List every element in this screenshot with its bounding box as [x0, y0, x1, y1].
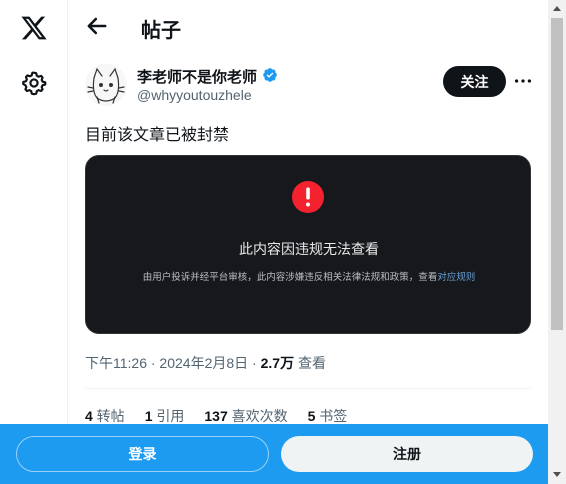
- post-detail-column: 帖子 李老师不是你老师 @whyyoutouzhele 关注 目前该文章已被封禁…: [69, 0, 548, 484]
- scroll-up-arrow-icon[interactable]: [553, 6, 561, 11]
- scroll-down-arrow-icon[interactable]: [553, 472, 561, 477]
- alert-circle-icon: [292, 181, 324, 213]
- login-button[interactable]: 登录: [16, 436, 269, 472]
- cat-sketch-icon: [87, 67, 125, 104]
- stat-reposts[interactable]: 4 转帖: [85, 406, 125, 426]
- author-name[interactable]: 李老师不是你老师: [137, 66, 257, 87]
- post-meta: 下午11:26 · 2024年2月8日 · 2.7万 查看: [85, 353, 326, 373]
- view-count: 2.7万: [260, 355, 295, 371]
- page-header: 帖子: [69, 0, 548, 52]
- gear-icon[interactable]: [21, 70, 47, 96]
- signup-button[interactable]: 注册: [281, 436, 533, 472]
- post-timestamp[interactable]: 下午11:26 · 2024年2月8日 ·: [85, 355, 261, 371]
- engagement-stats: 4 转帖 1 引用 137 喜欢次数 5 书签: [85, 406, 347, 426]
- view-label: 查看: [294, 355, 326, 371]
- page-scrollbar[interactable]: [548, 0, 566, 484]
- page-title: 帖子: [141, 20, 181, 42]
- login-prompt-bar: 登录 注册: [0, 424, 548, 484]
- blocked-title: 此内容因违规无法查看: [239, 241, 379, 257]
- stat-bookmarks[interactable]: 5 书签: [308, 406, 348, 426]
- avatar[interactable]: [85, 64, 127, 106]
- verified-badge-icon: [263, 68, 277, 82]
- blocked-content-card: 此内容因违规无法查看 由用户投诉并经平台审核，此内容涉嫌违反相关法律法规和政策，…: [85, 155, 531, 334]
- stat-likes[interactable]: 137 喜欢次数: [204, 406, 287, 426]
- author-handle[interactable]: @whyyoutouzhele: [137, 87, 252, 103]
- rules-link[interactable]: 对应规则: [437, 272, 475, 283]
- divider: [85, 388, 531, 389]
- left-nav-rail: [0, 0, 68, 484]
- more-horizontal-icon[interactable]: [512, 70, 534, 92]
- stat-quotes[interactable]: 1 引用: [145, 406, 185, 426]
- x-logo-icon[interactable]: [20, 14, 48, 42]
- follow-button[interactable]: 关注: [443, 66, 506, 97]
- post-text: 目前该文章已被封禁: [85, 127, 230, 144]
- arrow-left-icon[interactable]: [83, 12, 111, 40]
- blocked-description: 由用户投诉并经平台审核，此内容涉嫌违反相关法律法规和政策，查看对应规则: [86, 269, 532, 283]
- blocked-description-text: 由用户投诉并经平台审核，此内容涉嫌违反相关法律法规和政策，查看: [142, 272, 438, 283]
- scrollbar-thumb[interactable]: [551, 18, 563, 330]
